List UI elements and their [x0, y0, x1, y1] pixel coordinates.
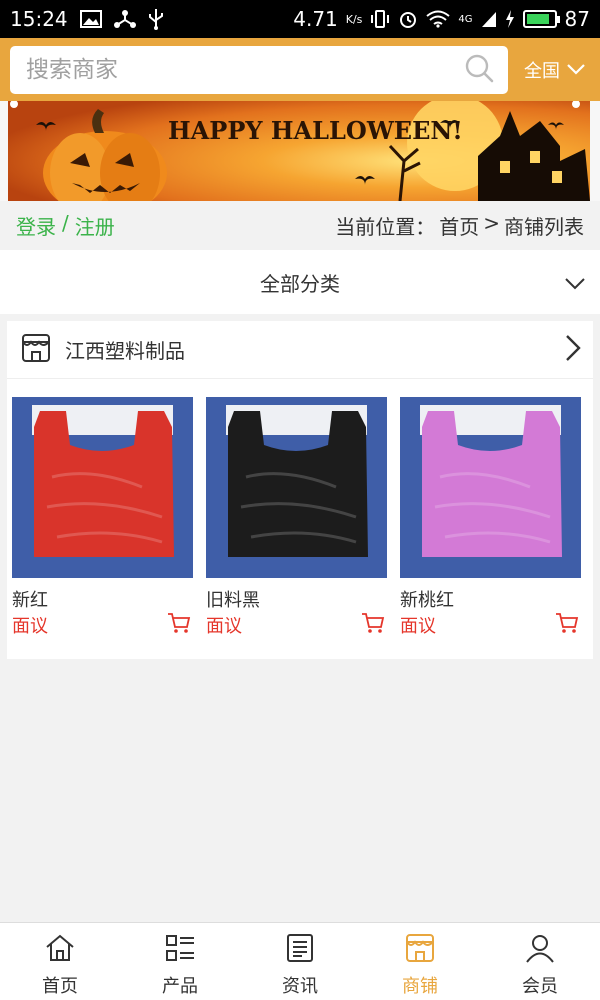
- cart-icon[interactable]: [361, 612, 385, 638]
- nav-label: 会员: [522, 976, 558, 997]
- banner[interactable]: HAPPY HALLOWEEN!: [0, 101, 600, 201]
- list-icon: [164, 933, 196, 968]
- battery-icon: [522, 10, 560, 28]
- chevron-down-icon: [566, 59, 586, 80]
- product-image[interactable]: [400, 397, 581, 578]
- cart-icon[interactable]: [555, 612, 579, 638]
- register-link[interactable]: 注册: [75, 211, 115, 240]
- breadcrumb: 登录 / 注册 当前位置： 首页 > 商铺列表: [0, 201, 600, 249]
- product-name: 旧料黑: [206, 590, 260, 611]
- breadcrumb-arrow: >: [483, 210, 500, 235]
- image-icon: [79, 10, 102, 28]
- search-icon[interactable]: [464, 53, 494, 87]
- login-link[interactable]: 登录: [16, 211, 56, 240]
- region-selector[interactable]: 全国: [524, 57, 586, 83]
- product-list: 新红 面议 旧料黑 面议 新桃红 面议: [12, 397, 581, 638]
- news-icon: [284, 933, 316, 968]
- user-icon: [524, 933, 556, 968]
- shop-icon: [404, 933, 436, 968]
- wifi-icon: [426, 10, 451, 28]
- store-header[interactable]: 江西塑料制品: [7, 321, 593, 379]
- product-price: 面议: [206, 616, 242, 637]
- store-icon: [21, 333, 51, 367]
- network-type: 4G: [458, 13, 473, 25]
- product-card[interactable]: 旧料黑 面议: [206, 397, 387, 638]
- category-selector[interactable]: 全部分类: [0, 250, 600, 314]
- status-bar: 15:24 4.71 K/s 4G 87: [0, 0, 600, 38]
- category-label: 全部分类: [260, 271, 340, 296]
- nav-label: 商铺: [402, 976, 438, 997]
- auth-links: 登录 / 注册: [16, 211, 115, 240]
- chevron-right-icon[interactable]: [565, 334, 581, 366]
- nav-item-products[interactable]: 产品: [120, 923, 240, 1000]
- alarm-icon: [398, 9, 418, 29]
- nav-label: 产品: [162, 976, 198, 997]
- nav-item-shops[interactable]: 商铺: [360, 923, 480, 1000]
- home-icon: [44, 933, 76, 968]
- location-path: 当前位置： 首页 > 商铺列表: [335, 211, 584, 240]
- share-icon: [113, 9, 136, 29]
- nav-item-home[interactable]: 首页: [0, 923, 120, 1000]
- product-name: 新红: [12, 590, 48, 611]
- product-price: 面议: [400, 616, 436, 637]
- product-image[interactable]: [12, 397, 193, 578]
- bottom-nav: 首页 产品 资讯 商铺 会员: [0, 922, 600, 1000]
- location-prefix: 当前位置：: [335, 214, 436, 239]
- signal-icon: [481, 10, 497, 28]
- network-speed: 4.71: [293, 7, 338, 31]
- halloween-banner-image: HAPPY HALLOWEEN!: [8, 101, 590, 201]
- nav-item-news[interactable]: 资讯: [240, 923, 360, 1000]
- usb-icon: [148, 8, 164, 30]
- search-box[interactable]: [10, 45, 508, 94]
- status-time: 15:24: [10, 7, 68, 31]
- product-image[interactable]: [206, 397, 387, 578]
- region-label: 全国: [524, 60, 560, 82]
- search-input[interactable]: [26, 56, 464, 83]
- network-speed-unit: K/s: [345, 12, 363, 26]
- battery-percent: 87: [564, 7, 590, 31]
- store-name: 江西塑料制品: [65, 339, 185, 363]
- header: 全国: [0, 38, 600, 101]
- nav-label: 首页: [42, 976, 78, 997]
- nav-label: 资讯: [282, 976, 318, 997]
- breadcrumb-home-link[interactable]: 首页: [439, 211, 479, 240]
- banner-title: HAPPY HALLOWEEN!: [168, 116, 463, 145]
- product-card[interactable]: 新红 面议: [12, 397, 193, 638]
- product-price: 面议: [12, 616, 48, 637]
- vibrate-icon: [370, 9, 390, 29]
- product-card[interactable]: 新桃红 面议: [400, 397, 581, 638]
- cart-icon[interactable]: [167, 612, 191, 638]
- nav-item-member[interactable]: 会员: [480, 923, 600, 1000]
- store-card: 江西塑料制品 新红 面议 旧料黑 面议 新桃红 面议: [7, 321, 593, 659]
- breadcrumb-current: 商铺列表: [504, 214, 584, 239]
- chevron-down-icon: [564, 272, 586, 296]
- auth-separator: /: [62, 210, 69, 235]
- charging-icon: [505, 10, 515, 28]
- product-name: 新桃红: [400, 590, 454, 611]
